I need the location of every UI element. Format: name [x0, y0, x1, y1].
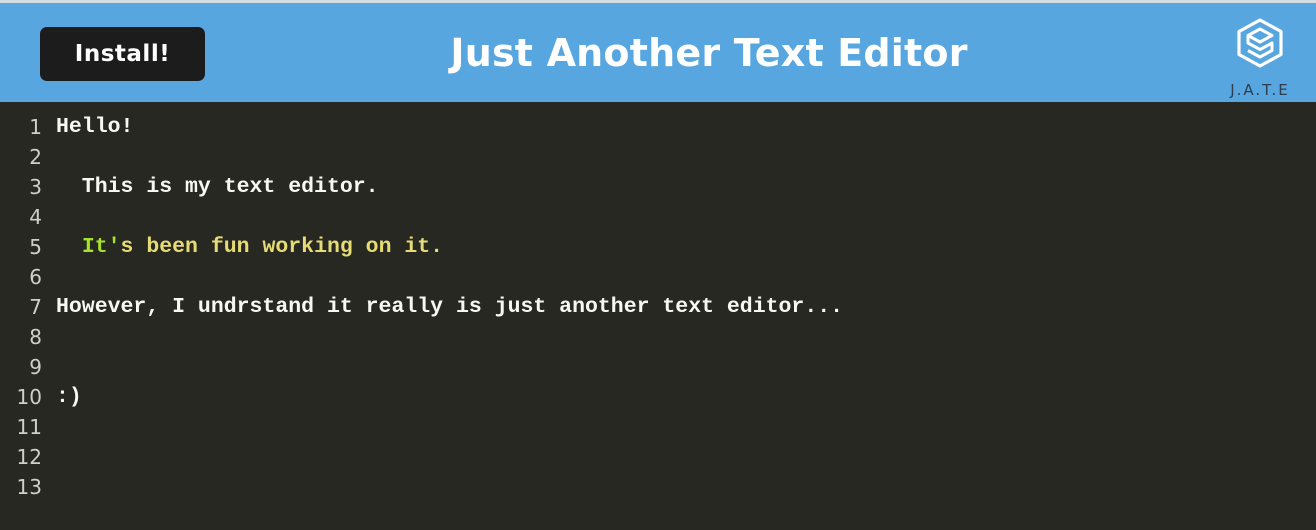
editor-line: 8 [0, 322, 1316, 352]
editor-line: 12 [0, 442, 1316, 472]
logo-text: J.A.T.E [1230, 81, 1290, 99]
line-number: 3 [29, 175, 42, 199]
hexagon-s-logo-icon [1237, 18, 1283, 68]
editor-line: 13 [0, 472, 1316, 502]
line-text[interactable]: It's been fun working on it. [56, 232, 443, 262]
editor-line: 11 [0, 412, 1316, 442]
editor-line: 4 [0, 202, 1316, 232]
editor-line: 7 However, I undrstand it really is just… [0, 292, 1316, 322]
line-number: 11 [16, 415, 42, 439]
line-number: 1 [29, 115, 42, 139]
editor-line: 9 [0, 352, 1316, 382]
navbar: Install! Just Another Text Editor J.A.T.… [0, 3, 1316, 102]
line-number: 10 [16, 385, 42, 409]
line-number: 9 [29, 355, 42, 379]
line-text[interactable]: This is my text editor. [56, 172, 379, 202]
install-button[interactable]: Install! [40, 27, 205, 81]
page-title: Just Another Text Editor [450, 31, 968, 75]
code-editor[interactable]: 1 Hello! 2 3 This is my text editor. 4 5… [0, 102, 1316, 530]
app-window: Install! Just Another Text Editor J.A.T.… [0, 0, 1316, 530]
line-text[interactable]: :) [56, 382, 82, 412]
editor-line: 5 It's been fun working on it. [0, 232, 1316, 262]
line-number: 7 [29, 295, 42, 319]
line-number: 8 [29, 325, 42, 349]
line-number: 12 [16, 445, 42, 469]
editor-line: 3 This is my text editor. [0, 172, 1316, 202]
editor-line: 2 [0, 142, 1316, 172]
line-number: 5 [29, 235, 42, 259]
line-number: 4 [29, 205, 42, 229]
line-number: 13 [16, 475, 42, 499]
line-text[interactable]: Hello! [56, 112, 133, 142]
line-number: 2 [29, 145, 42, 169]
line-text[interactable]: However, I undrstand it really is just a… [56, 292, 843, 322]
editor-line: 10 :) [0, 382, 1316, 412]
syntax-token-green: It' [81, 235, 121, 259]
line-number: 6 [29, 265, 42, 289]
syntax-token-yellow: s been fun working on it. [120, 235, 444, 259]
editor-line: 6 [0, 262, 1316, 292]
editor-line: 1 Hello! [0, 112, 1316, 142]
logo: J.A.T.E [1212, 11, 1308, 103]
